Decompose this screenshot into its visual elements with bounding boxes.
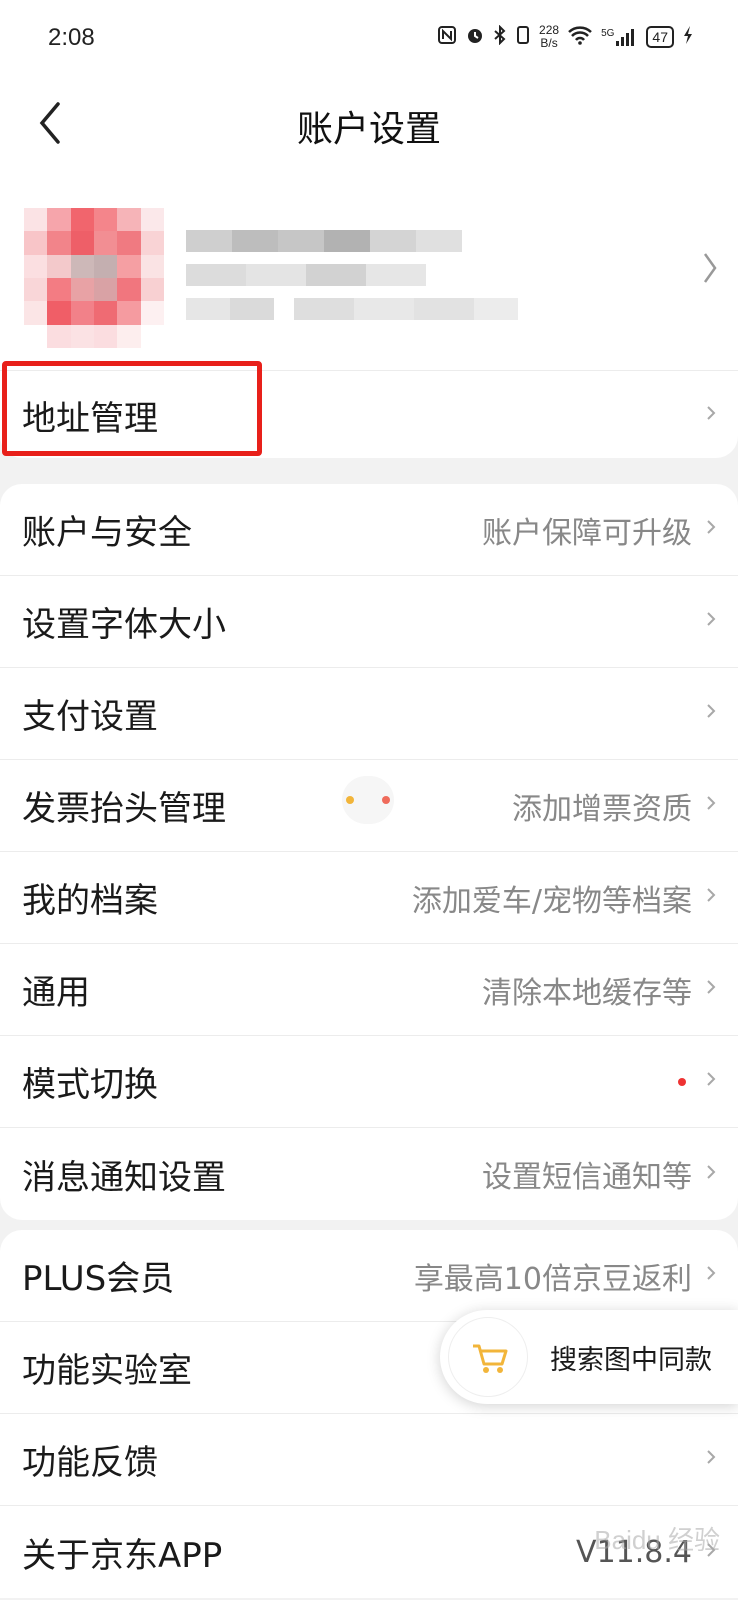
chevron-right-icon	[706, 793, 716, 818]
my-profile-archive-row[interactable]: 我的档案 添加爱车/宠物等档案	[0, 852, 738, 944]
navigation-bar: 账户设置	[0, 82, 738, 172]
account-security-row[interactable]: 账户与安全 账户保障可升级	[0, 484, 738, 576]
chevron-right-icon	[706, 977, 716, 1002]
status-icons: 228 B/s 5G 47	[437, 24, 694, 50]
loading-indicator	[342, 776, 394, 824]
row-label: 设置字体大小	[22, 605, 226, 645]
profile-card[interactable]	[0, 172, 738, 376]
vibrate-icon	[515, 25, 531, 50]
highlight-annotation-box	[2, 361, 262, 456]
charging-icon	[682, 25, 694, 50]
status-bar: 2:08 228 B/s 5G 47	[0, 0, 738, 82]
row-label: 关于京东APP	[22, 1535, 223, 1576]
row-label: 支付设置	[22, 697, 158, 737]
row-label: 账户与安全	[22, 513, 192, 553]
cellular-signal-icon: 5G	[601, 28, 638, 46]
page-title: 账户设置	[296, 109, 441, 150]
chevron-right-icon	[706, 1069, 716, 1094]
row-label: PLUS会员	[22, 1259, 175, 1299]
profile-info-blurred	[186, 230, 518, 332]
row-hint: 账户保障可升级	[482, 515, 692, 551]
wifi-icon	[567, 25, 593, 50]
status-time: 2:08	[48, 24, 95, 51]
row-hint: 清除本地缓存等	[482, 975, 692, 1011]
row-hint: 添加增票资质	[512, 791, 692, 827]
chevron-right-icon	[702, 250, 718, 295]
message-notification-row[interactable]: 消息通知设置 设置短信通知等	[0, 1128, 738, 1220]
chevron-right-icon	[706, 701, 716, 726]
row-label: 消息通知设置	[22, 1157, 226, 1198]
general-row[interactable]: 通用 清除本地缓存等	[0, 944, 738, 1036]
row-label: 功能实验室	[22, 1351, 192, 1391]
bluetooth-icon	[493, 24, 507, 50]
row-hint: 添加爱车/宠物等档案	[411, 883, 692, 919]
nfc-icon	[437, 25, 457, 50]
row-label: 功能反馈	[22, 1443, 158, 1483]
feedback-row[interactable]: 功能反馈	[0, 1414, 738, 1506]
settings-group: 账户与安全 账户保障可升级 设置字体大小 支付设置 发票抬头管理 添加增票资质 …	[0, 484, 738, 1220]
chevron-right-icon	[706, 1263, 716, 1288]
row-hint: 享最高10倍京豆返利	[413, 1261, 692, 1297]
watermark: Baidu 经验	[594, 1525, 720, 1555]
row-label: 我的档案	[22, 881, 158, 921]
search-same-item-label: 搜索图中同款	[550, 1345, 712, 1376]
row-label: 发票抬头管理	[22, 789, 226, 829]
row-label: 模式切换	[22, 1065, 158, 1105]
cart-icon-wrapper	[448, 1317, 528, 1397]
payment-settings-row[interactable]: 支付设置	[0, 668, 738, 760]
search-same-item-button[interactable]: 搜索图中同款	[440, 1310, 738, 1404]
row-label: 通用	[22, 973, 90, 1013]
chevron-right-icon	[706, 1162, 716, 1187]
plus-membership-row[interactable]: PLUS会员 享最高10倍京豆返利	[0, 1230, 738, 1322]
shopping-cart-icon	[473, 1344, 508, 1373]
battery-indicator: 47	[646, 26, 674, 48]
notification-dot	[678, 1077, 686, 1086]
alarm-icon	[465, 25, 485, 50]
chevron-right-icon	[706, 609, 716, 634]
chevron-right-icon	[706, 885, 716, 910]
network-speed: 228 B/s	[539, 23, 560, 50]
chevron-right-icon	[706, 517, 716, 542]
chevron-right-icon	[706, 403, 716, 428]
avatar	[24, 208, 164, 348]
row-hint: 设置短信通知等	[482, 1160, 692, 1195]
font-size-row[interactable]: 设置字体大小	[0, 576, 738, 668]
chevron-right-icon	[706, 1447, 716, 1472]
mode-switch-row[interactable]: 模式切换	[0, 1036, 738, 1128]
